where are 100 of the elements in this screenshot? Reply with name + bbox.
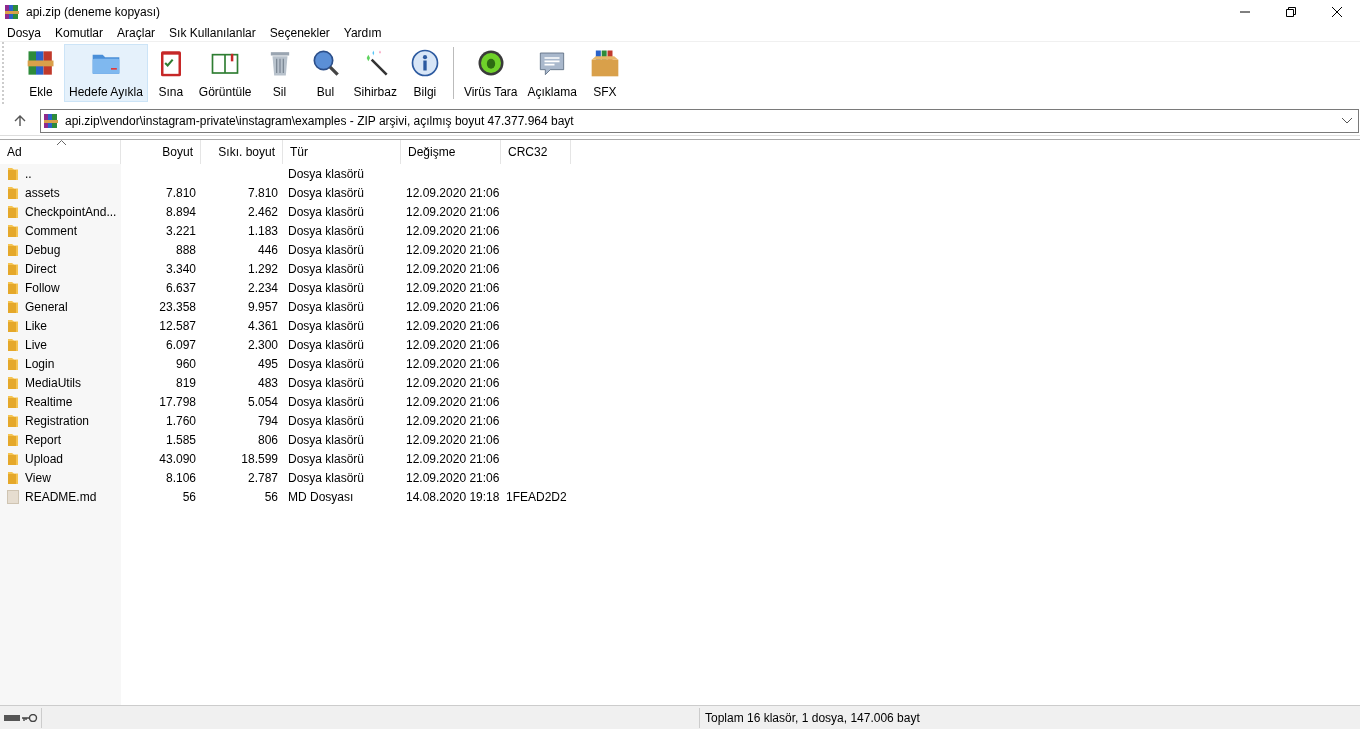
table-cell-text: MD Dosyası (288, 488, 354, 506)
table-cell-text: 2.462 (247, 203, 278, 221)
table-cell-text: Dosya klasörü (288, 298, 365, 316)
arrow-up-icon (14, 114, 26, 127)
table-cell-text: Dosya klasörü (288, 374, 365, 392)
file-name[interactable]: Live (25, 335, 47, 354)
folder-icon (8, 205, 18, 218)
folder-icon (8, 281, 18, 294)
table-cell-text: 3.221 (165, 222, 196, 240)
file-name[interactable]: README.md (25, 487, 97, 506)
menu-item[interactable]: Seçenekler (262, 23, 337, 42)
table-cell-text: 12.09.2020 21:06 (406, 412, 500, 430)
table-cell-text: Dosya klasörü (288, 469, 365, 487)
table-cell-text: Dosya klasörü (288, 222, 365, 240)
address-field[interactable]: api.zip\vendor\instagram-private\instagram\examples - ZIP arşivi, açılmış boyut 47.377.964 bayt (40, 108, 1359, 133)
table-cell-text: 7.810 (165, 184, 196, 202)
file-name[interactable]: .. (25, 164, 32, 183)
table-cell-text: 806 (257, 431, 278, 449)
table-cell-text: Dosya klasörü (288, 393, 365, 411)
archive-icon (43, 112, 59, 129)
menu-item[interactable]: Yardım (336, 23, 389, 42)
toolbar-button[interactable]: Virüs Tara (458, 44, 523, 102)
folder-icon (8, 262, 18, 275)
folder-icon (8, 433, 18, 446)
table-cell-text: Dosya klasörü (288, 260, 365, 278)
file-name[interactable]: CheckpointAnd... (25, 202, 117, 221)
table-cell-text: Dosya klasörü (288, 412, 365, 430)
table-cell-text: 12.09.2020 21:06 (406, 393, 500, 411)
file-name[interactable]: Realtime (25, 392, 73, 411)
file-name[interactable]: Like (25, 316, 47, 335)
table-cell-text: 12.09.2020 21:06 (406, 317, 500, 335)
table-cell-text: 17.798 (159, 393, 196, 411)
file-name[interactable]: View (25, 468, 51, 487)
menu-item[interactable]: Dosya (0, 23, 48, 42)
folder-icon (8, 452, 18, 465)
toolbar-button[interactable]: Bilgi (401, 44, 448, 102)
toolbar-button[interactable]: Ekle (18, 44, 64, 102)
file-name[interactable]: Comment (25, 221, 77, 240)
file-name[interactable]: General (25, 297, 68, 316)
file-name[interactable]: Report (25, 430, 62, 449)
toolbar-button[interactable]: Sil (256, 44, 303, 102)
table-cell-text: Dosya klasörü (288, 184, 365, 202)
toolbar-button[interactable]: SFX (581, 44, 628, 102)
folder-icon (8, 167, 18, 180)
table-cell-text: Dosya klasörü (288, 165, 365, 183)
file-name[interactable]: Registration (25, 411, 90, 430)
menu-item[interactable]: Komutlar (48, 23, 111, 42)
table-cell-text: 9.957 (247, 298, 278, 316)
table-cell-text: 1.585 (165, 431, 196, 449)
folder-icon (8, 224, 18, 237)
file-name[interactable]: MediaUtils (25, 373, 81, 392)
folder-icon (8, 338, 18, 351)
table-cell-text: 12.09.2020 21:06 (406, 298, 500, 316)
close-icon (1332, 7, 1342, 17)
table-cell-text: 43.090 (159, 450, 196, 468)
toolbar-button[interactable]: Bul (302, 44, 349, 102)
table-cell-text: 12.09.2020 21:06 (406, 374, 500, 392)
table-cell-text: 12.09.2020 21:06 (406, 222, 500, 240)
table-cell-text: 6.097 (165, 336, 196, 354)
folder-icon (8, 395, 18, 408)
table-cell-text: Dosya klasörü (288, 279, 365, 297)
chevron-down-icon[interactable] (1342, 117, 1352, 124)
table-cell-text: 819 (175, 374, 196, 392)
column-header[interactable]: Ad (0, 140, 121, 164)
file-name[interactable]: assets (25, 183, 60, 202)
file-name[interactable]: Direct (25, 259, 57, 278)
toolbar-button[interactable]: Görüntüle (193, 44, 257, 102)
table-cell-text: 1.760 (165, 412, 196, 430)
file-name[interactable]: Follow (25, 278, 60, 297)
key-icon[interactable] (22, 713, 38, 722)
table-cell-text: 12.09.2020 21:06 (406, 184, 500, 202)
file-icon (7, 489, 19, 504)
file-name[interactable]: Login (25, 354, 55, 373)
menu-item[interactable]: Sık Kullanılanlar (162, 23, 263, 42)
table-cell-text: 794 (257, 412, 278, 430)
table-cell-text: Dosya klasörü (288, 241, 365, 259)
toolbar-button[interactable]: Açıklama (522, 44, 582, 102)
folder-icon (8, 376, 18, 389)
table-cell-text: 12.09.2020 21:06 (406, 355, 500, 373)
table-cell-text: 7.810 (247, 184, 278, 202)
table-cell-text: 12.09.2020 21:06 (406, 279, 500, 297)
file-name[interactable]: Debug (25, 240, 61, 259)
toolbar-button[interactable]: Hedefe Ayıkla (64, 44, 148, 102)
table-cell-text: 12.09.2020 21:06 (406, 469, 500, 487)
table-cell-text: 1.292 (247, 260, 278, 278)
table-cell-text: 495 (257, 355, 278, 373)
folder-icon (8, 357, 18, 370)
table-cell-text: 446 (257, 241, 278, 259)
file-name[interactable]: Upload (25, 449, 64, 468)
folder-icon (8, 471, 18, 484)
toolbar-button[interactable]: Sına (147, 44, 194, 102)
table-cell-text: Dosya klasörü (288, 317, 365, 335)
window-title: api.zip (deneme kopyası) (26, 4, 161, 21)
folder-icon (8, 319, 18, 332)
status-text: Toplam 16 klasör, 1 dosya, 147.006 bayt (705, 709, 920, 727)
drive-icon[interactable] (4, 714, 20, 721)
table-cell-text: 12.09.2020 21:06 (406, 450, 500, 468)
table-cell-text: 2.787 (247, 469, 278, 487)
menu-item[interactable]: Araçlar (110, 23, 163, 42)
toolbar-button[interactable]: Sihirbaz (348, 44, 402, 102)
